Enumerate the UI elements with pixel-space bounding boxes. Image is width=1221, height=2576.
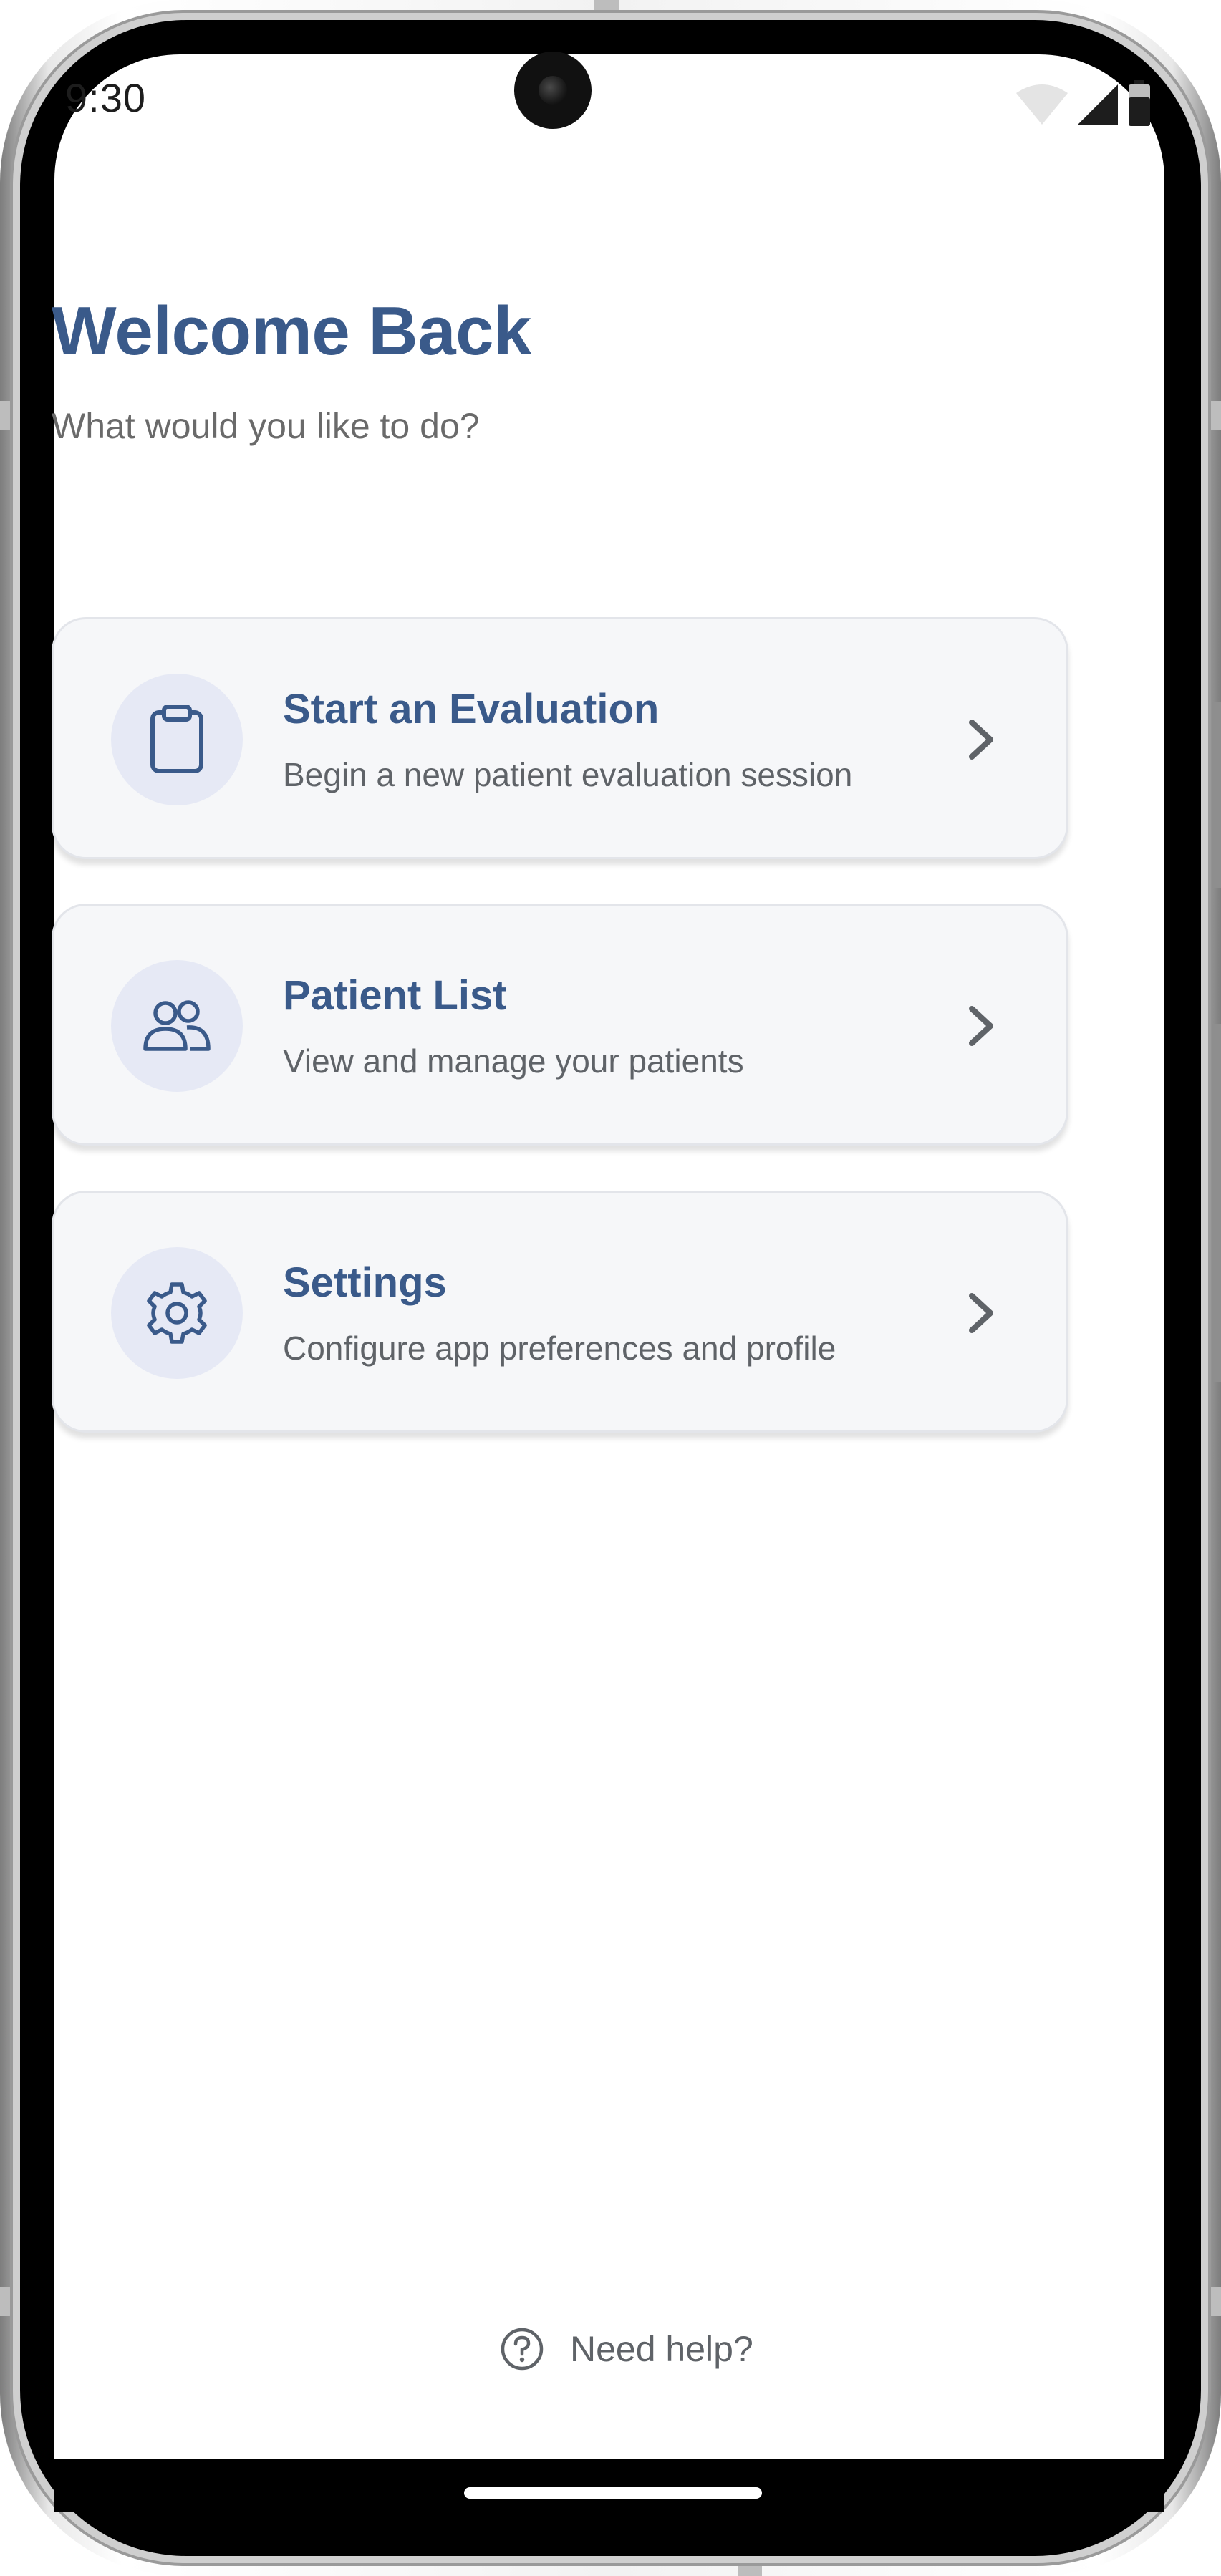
start-evaluation-card[interactable]: Start an Evaluation Begin a new patient … [52,617,1068,859]
chevron-right-icon [969,720,993,760]
start-evaluation-title: Start an Evaluation [283,686,660,732]
patient-list-card[interactable]: Patient List View and manage your patien… [52,904,1068,1146]
status-icons [1015,80,1152,126]
clipboard-icon-badge [111,674,243,805]
status-time: 9:30 [65,75,146,120]
phone-bottom-right-button [1210,2287,1221,2316]
users-icon [143,1000,211,1051]
phone-right-button [1210,401,1221,430]
patient-list-title: Patient List [283,972,507,1019]
settings-description: Configure app preferences and profile [283,1330,836,1367]
phone-volume-button [1212,702,1221,888]
front-camera [514,52,592,129]
gear-icon-badge [111,1247,243,1379]
need-help-label: Need help? [570,2329,753,2369]
need-help-link[interactable]: Need help? [500,2327,753,2371]
users-icon-badge [111,960,243,1092]
settings-title: Settings [283,1259,447,1306]
battery-icon [1129,80,1150,126]
gear-icon [147,1282,207,1344]
navigation-bar [54,2459,1164,2512]
wifi-icon [1016,84,1068,125]
page-title: Welcome Back [52,293,531,369]
question-circle-icon [501,2328,544,2371]
phone-power-button [1212,1024,1221,1382]
clipboard-icon [150,705,203,773]
start-evaluation-description: Begin a new patient evaluation session [283,756,853,793]
page-subtitle: What would you like to do? [52,406,480,446]
cellular-signal-icon [1078,84,1118,125]
home-indicator[interactable] [464,2487,762,2499]
settings-card[interactable]: Settings Configure app preferences and p… [52,1191,1068,1433]
chevron-right-icon [969,1006,993,1046]
chevron-right-icon [969,1293,993,1333]
patient-list-description: View and manage your patients [283,1042,744,1080]
